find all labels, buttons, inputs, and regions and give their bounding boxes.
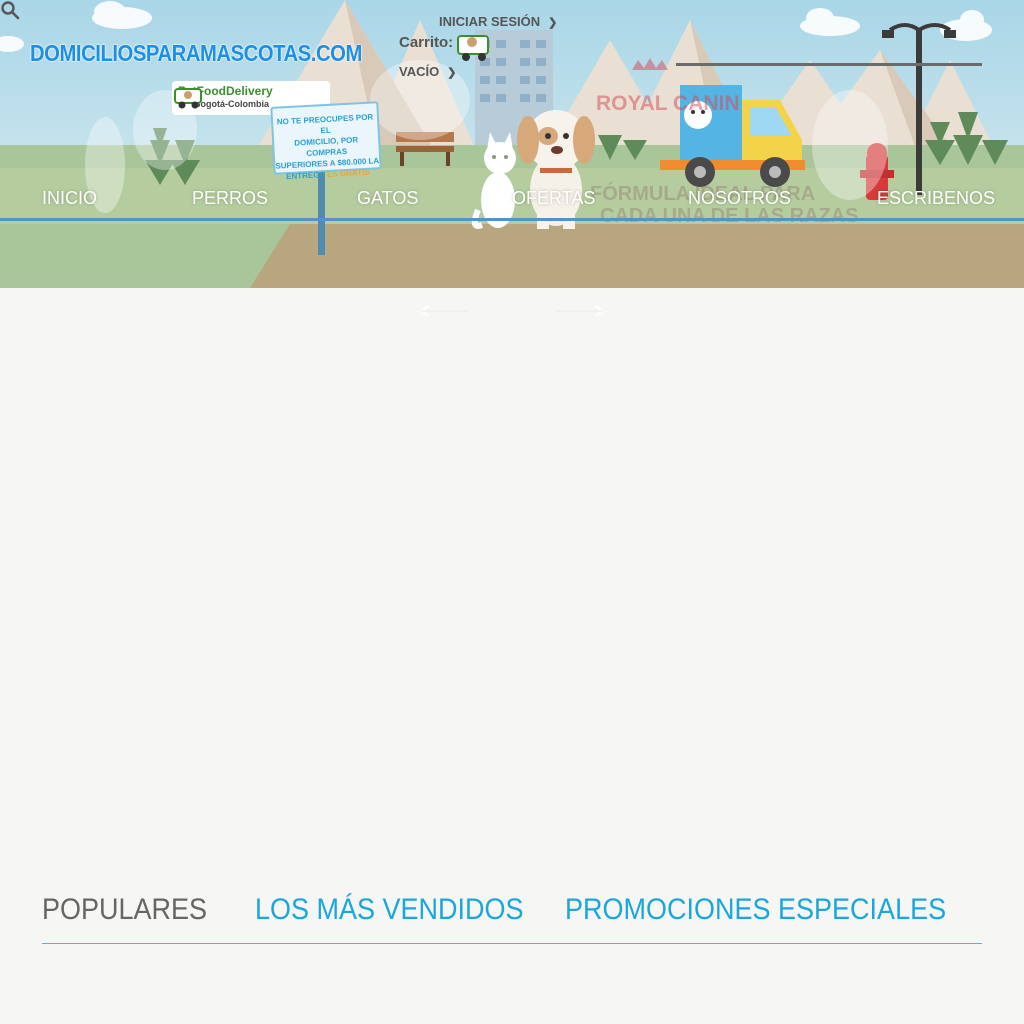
nav-item-nosotros[interactable]: NOSOTROS bbox=[688, 188, 791, 209]
nav-item-inicio[interactable]: INICIO bbox=[42, 188, 97, 209]
cart-icon bbox=[457, 35, 489, 61]
nav-item-gatos[interactable]: GATOS bbox=[357, 188, 418, 209]
tabs-divider bbox=[42, 943, 982, 944]
nav-item-escribenos[interactable]: ESCRIBENOS bbox=[877, 188, 995, 209]
search-icon[interactable] bbox=[0, 0, 20, 20]
slider-next-arrow-icon[interactable] bbox=[554, 303, 604, 319]
sign-highlight: ES GRATIS bbox=[326, 167, 370, 179]
slider-prev-arrow-icon[interactable] bbox=[420, 303, 470, 319]
tab-promociones-especiales[interactable]: PROMOCIONES ESPECIALES bbox=[565, 893, 946, 927]
login-dropdown[interactable]: INICIAR SESIÓN ❯ bbox=[439, 14, 557, 29]
delivery-cart-icon bbox=[174, 88, 202, 109]
login-label[interactable]: INICIAR SESIÓN bbox=[439, 14, 540, 29]
cart-status[interactable]: VACÍO bbox=[399, 64, 439, 79]
search-input[interactable] bbox=[676, 63, 982, 66]
chevron-down-icon[interactable]: ❯ bbox=[548, 16, 557, 29]
nav-underline bbox=[0, 218, 1024, 221]
cart-dropdown[interactable]: VACÍO ❯ bbox=[399, 64, 456, 79]
site-logo[interactable]: DOMICILIOSPARAMASCOTAS.COM bbox=[30, 40, 362, 67]
nav-item-ofertas[interactable]: OFERTAS bbox=[512, 188, 595, 209]
tab-los-mas-vendidos[interactable]: LOS MÁS VENDIDOS bbox=[255, 893, 524, 927]
royal-canin-logo: ROYAL CANIN bbox=[596, 92, 740, 115]
hero-banner: ROYAL CANIN FÓRMULA IDEAL PARA CADA UNA … bbox=[0, 0, 1024, 288]
cart-label[interactable]: Carrito: bbox=[399, 34, 453, 51]
nav-item-perros[interactable]: PERROS bbox=[192, 188, 268, 209]
free-delivery-sign: NO TE PREOCUPES POR EL DOMICILIO, POR CO… bbox=[270, 101, 382, 181]
tab-populares[interactable]: POPULARES bbox=[42, 893, 207, 927]
chevron-down-icon[interactable]: ❯ bbox=[447, 66, 456, 79]
sign-line-4-text: ENTREGA bbox=[285, 170, 326, 182]
